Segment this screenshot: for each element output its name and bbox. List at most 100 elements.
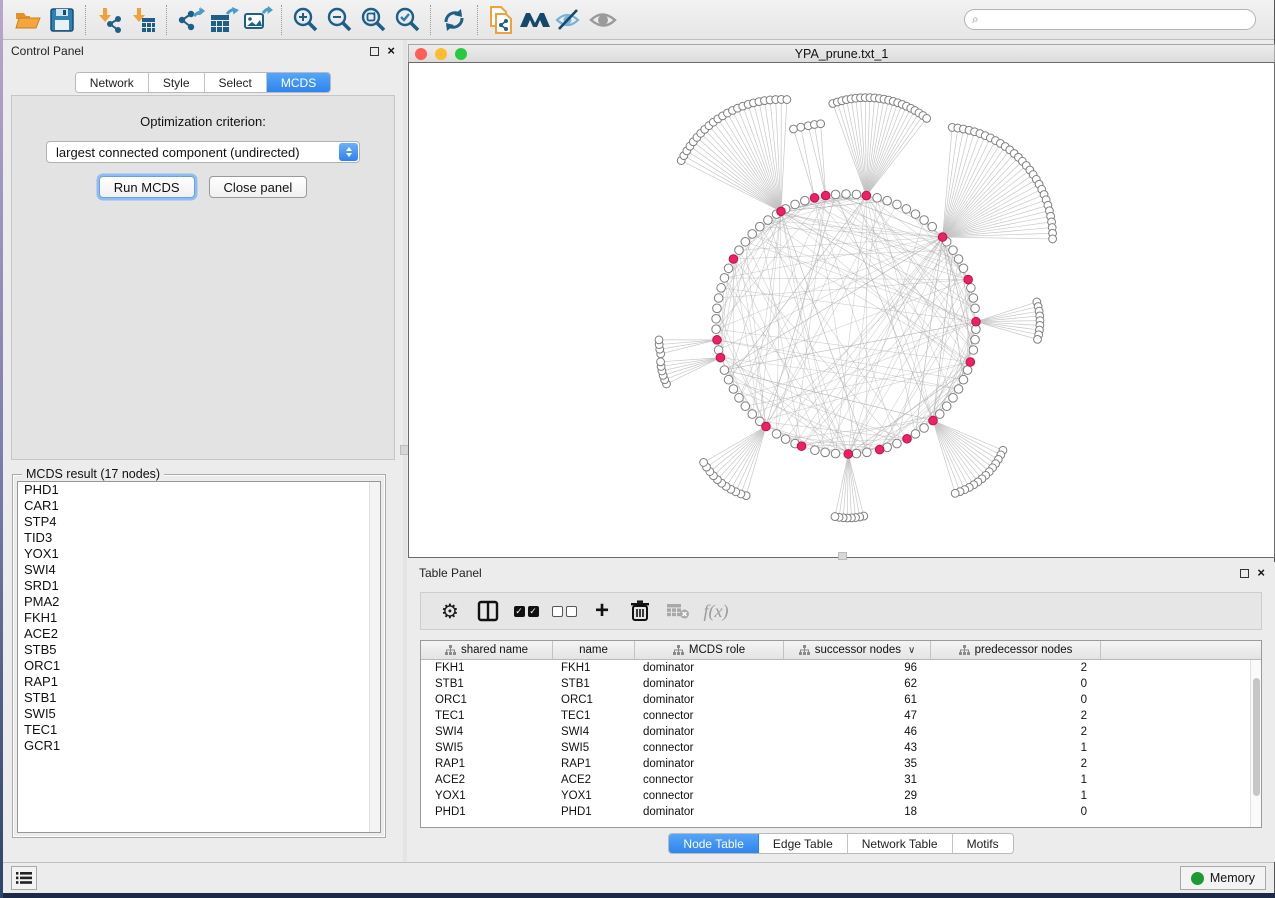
network-node[interactable] [741, 402, 750, 411]
network-hub-node[interactable] [903, 434, 912, 443]
network-node[interactable] [713, 304, 722, 313]
mcds-result-item[interactable]: STP4 [18, 514, 380, 530]
network-node[interactable] [942, 402, 951, 411]
network-node[interactable] [741, 237, 750, 246]
table-row[interactable]: SWI5SWI5connector431 [421, 740, 1261, 756]
network-hub-node[interactable] [966, 358, 975, 367]
mcds-result-item[interactable]: TID3 [18, 530, 380, 546]
network-node[interactable] [949, 394, 958, 403]
network-node[interactable] [1049, 235, 1057, 243]
network-node[interactable] [873, 193, 882, 202]
column-header-MCDS-role[interactable]: MCDS role [635, 641, 784, 659]
search-input[interactable] [964, 9, 1256, 30]
network-node[interactable] [920, 424, 929, 433]
network-node[interactable] [920, 216, 929, 225]
network-node[interactable] [1034, 335, 1042, 343]
network-node[interactable] [657, 358, 665, 366]
open-file-icon[interactable] [11, 4, 45, 36]
network-node[interactable] [959, 375, 968, 384]
table-row[interactable]: TEC1TEC1connector472 [421, 708, 1261, 724]
network-hub-node[interactable] [929, 416, 938, 425]
float-table-panel-icon[interactable] [1240, 569, 1249, 578]
network-node[interactable] [831, 449, 840, 458]
table-row[interactable]: ACE2ACE2connector311 [421, 772, 1261, 788]
mcds-result-item[interactable]: STB5 [18, 642, 380, 658]
network-hub-node[interactable] [821, 191, 830, 200]
network-node[interactable] [928, 222, 937, 231]
network-hub-node[interactable] [938, 233, 947, 242]
network-node[interactable] [735, 246, 744, 255]
optimization-criterion-select[interactable]: largest connected component (undirected) [46, 141, 360, 163]
memory-button[interactable]: Memory [1180, 866, 1266, 890]
network-node[interactable] [821, 448, 830, 457]
table-tab-edge-table[interactable]: Edge Table [759, 834, 848, 853]
table-row[interactable]: FKH1FKH1dominator962 [421, 660, 1261, 676]
network-node[interactable] [935, 410, 944, 419]
export-network-icon[interactable] [173, 4, 207, 36]
table-tab-network-table[interactable]: Network Table [848, 834, 953, 853]
network-node[interactable] [969, 346, 978, 355]
network-node[interactable] [963, 366, 972, 375]
network-node[interactable] [911, 210, 920, 219]
hide-graphics-details-icon[interactable] [552, 4, 586, 36]
save-session-icon[interactable] [45, 4, 79, 36]
table-row[interactable]: YOX1YOX1connector291 [421, 788, 1261, 804]
show-graphics-details-icon[interactable] [586, 4, 620, 36]
export-image-icon[interactable] [241, 4, 275, 36]
column-header-successor-nodes[interactable]: successor nodes∨ [784, 641, 931, 659]
column-header-name[interactable]: name [553, 641, 635, 659]
network-node[interactable] [712, 325, 721, 334]
delete-table-icon[interactable] [659, 596, 697, 626]
table-tab-node-table[interactable]: Node Table [669, 834, 759, 853]
network-node[interactable] [863, 448, 872, 457]
network-hub-node[interactable] [862, 191, 871, 200]
network-node[interactable] [831, 513, 839, 521]
network-node[interactable] [954, 385, 963, 394]
function-builder-icon[interactable]: f(x) [697, 596, 735, 626]
table-row[interactable]: RAP1RAP1dominator352 [421, 756, 1261, 772]
first-neighbors-icon[interactable] [518, 4, 552, 36]
network-node[interactable] [712, 314, 721, 323]
network-node[interactable] [729, 385, 738, 394]
close-panel-icon[interactable]: × [387, 46, 395, 56]
tab-network[interactable]: Network [76, 73, 149, 92]
close-table-panel-icon[interactable]: × [1257, 568, 1265, 578]
import-table-icon[interactable] [126, 4, 160, 36]
network-hub-node[interactable] [964, 275, 973, 284]
column-header-predecessor-nodes[interactable]: predecessor nodes [931, 641, 1101, 659]
zoom-selected-icon[interactable] [390, 4, 424, 36]
network-node[interactable] [748, 230, 757, 239]
tab-style[interactable]: Style [149, 73, 205, 92]
network-hub-node[interactable] [875, 445, 884, 454]
network-hub-node[interactable] [810, 194, 819, 203]
mcds-result-item[interactable]: SWI5 [18, 706, 380, 722]
network-node[interactable] [811, 446, 820, 455]
mcds-result-item[interactable]: TEC1 [18, 722, 380, 738]
network-node[interactable] [714, 294, 723, 303]
network-node[interactable] [817, 120, 825, 128]
network-node[interactable] [720, 366, 729, 375]
float-panel-icon[interactable] [370, 47, 379, 56]
network-node[interactable] [781, 435, 790, 444]
network-hub-node[interactable] [777, 207, 786, 216]
network-node[interactable] [951, 489, 959, 497]
mcds-result-item[interactable]: GCR1 [18, 738, 380, 754]
create-column-icon[interactable]: + [583, 596, 621, 626]
network-node[interactable] [700, 459, 708, 467]
network-node[interactable] [720, 274, 729, 283]
tab-mcds[interactable]: MCDS [267, 73, 330, 92]
network-canvas[interactable] [408, 62, 1275, 558]
network-node[interactable] [954, 255, 963, 264]
network-node[interactable] [883, 196, 892, 205]
zoom-fit-icon[interactable] [356, 4, 390, 36]
network-node[interactable] [783, 96, 791, 104]
network-node[interactable] [724, 264, 733, 273]
table-row[interactable]: SWI4SWI4dominator462 [421, 724, 1261, 740]
mcds-result-item[interactable]: YOX1 [18, 546, 380, 562]
table-row[interactable]: PHD1PHD1dominator180 [421, 804, 1261, 820]
column-panel-icon[interactable] [469, 596, 507, 626]
network-node[interactable] [852, 449, 861, 458]
zoom-out-icon[interactable] [322, 4, 356, 36]
network-node[interactable] [893, 439, 902, 448]
task-history-button[interactable] [11, 866, 37, 890]
